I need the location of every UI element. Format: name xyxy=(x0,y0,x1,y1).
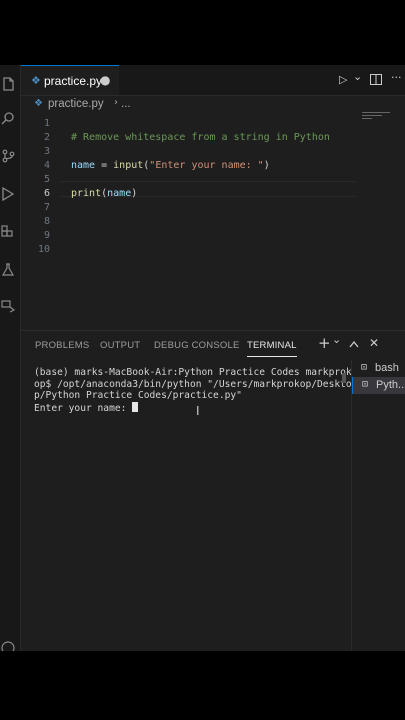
code-token: ) xyxy=(131,188,138,199)
python-file-icon: ❖ xyxy=(31,74,41,87)
terminal-scrollbar[interactable] xyxy=(342,373,346,383)
terminal-line: op$ /opt/anaconda3/bin/python "/Users/ma… xyxy=(34,379,352,391)
terminal-item-label: Pyth... xyxy=(376,379,405,391)
code-token: print xyxy=(71,188,102,199)
line-number: 9 xyxy=(43,230,50,241)
line-number: 8 xyxy=(43,216,50,227)
account-icon[interactable] xyxy=(1,641,15,651)
terminal-cursor xyxy=(132,401,139,412)
line-number: 5 xyxy=(43,174,50,185)
line-number: 7 xyxy=(43,202,50,213)
python-file-icon: ❖ xyxy=(34,98,43,109)
search-icon[interactable] xyxy=(1,111,15,125)
text-cursor-icon: I xyxy=(196,404,200,418)
terminal-item-label: bash xyxy=(375,362,399,374)
activity-bar xyxy=(0,65,21,651)
line-number: 3 xyxy=(43,146,50,157)
minimap[interactable] xyxy=(362,112,396,122)
code-editor[interactable]: 1 2 # Remove whitespace from a string in P… xyxy=(21,115,405,325)
explorer-icon[interactable] xyxy=(1,77,15,91)
terminal-line: p/Python Practice Codes/practice.py" xyxy=(34,390,336,402)
testing-icon[interactable] xyxy=(1,263,15,277)
line-number: 6 xyxy=(43,188,50,199)
source-control-icon[interactable] xyxy=(1,149,15,163)
terminal-line: Enter your name: xyxy=(34,401,336,415)
editor-tab-bar: ❖ practice.py ● ▷ ⌄ ··· xyxy=(21,65,405,96)
code-line[interactable]: 10 xyxy=(21,244,405,258)
line-number: 2 xyxy=(43,132,50,143)
tab-practice-py[interactable]: ❖ practice.py ● xyxy=(21,65,119,95)
code-line[interactable]: 1 xyxy=(21,118,405,132)
extensions-icon[interactable] xyxy=(1,225,15,239)
terminal-line: (base) marks-MacBook-Air:Python Practice… xyxy=(34,367,352,379)
new-terminal-icon[interactable]: + xyxy=(318,334,331,352)
code-line[interactable]: 3 xyxy=(21,146,405,160)
code-line[interactable]: 5 xyxy=(21,174,405,188)
code-line[interactable]: 2 # Remove whitespace from a string in Py… xyxy=(21,132,405,146)
code-token: # Remove whitespace from a string in Pyt… xyxy=(71,132,330,143)
code-token: name xyxy=(71,160,96,171)
tab-close-button[interactable]: ● xyxy=(100,73,110,87)
more-actions-icon[interactable]: ··· xyxy=(391,71,402,84)
terminal-icon: ⊡ xyxy=(362,379,369,390)
tab-problems[interactable]: PROBLEMS xyxy=(35,340,89,351)
code-line[interactable]: 9 xyxy=(21,230,405,244)
tab-debug-console[interactable]: DEBUG CONSOLE xyxy=(154,340,239,351)
tab-output[interactable]: OUTPUT xyxy=(100,340,140,351)
terminal-line-text: op$ /opt/anaconda3/bin/python "/Users/ma… xyxy=(34,378,352,390)
run-python-file-icon[interactable]: ▷ xyxy=(339,73,347,86)
code-line[interactable]: 8 xyxy=(21,216,405,230)
terminal-line-text: p/Python Practice Codes/practice.py" xyxy=(34,390,242,401)
tab-label: practice.py xyxy=(44,74,103,88)
code-token: ) xyxy=(263,160,270,171)
code-text: print(name) xyxy=(71,188,137,199)
remote-explorer-icon[interactable] xyxy=(1,299,15,313)
line-number: 4 xyxy=(43,160,50,171)
line-number: 1 xyxy=(43,118,50,129)
vscode-window: ❖ practice.py ● ▷ ⌄ ··· ❖ practice.py › … xyxy=(0,65,405,651)
breadcrumb-more[interactable]: ... xyxy=(121,98,131,110)
terminal-item-bash[interactable]: ⊡ bash xyxy=(352,360,405,377)
tab-terminal[interactable]: TERMINAL xyxy=(247,340,297,357)
code-token: name xyxy=(107,188,132,199)
terminal-item-python[interactable]: ⊡ Pyth... xyxy=(352,377,405,394)
close-panel-icon[interactable]: ✕ xyxy=(369,336,379,350)
terminal-line-text: Enter your name: xyxy=(34,402,133,414)
terminal-icon: ⊡ xyxy=(361,362,368,373)
breadcrumb: ❖ practice.py › ... xyxy=(21,95,405,115)
line-number: 10 xyxy=(37,244,50,255)
code-token: = xyxy=(95,160,114,171)
breadcrumb-file[interactable]: practice.py xyxy=(48,98,104,110)
terminal-dropdown-icon[interactable]: ⌄ xyxy=(332,333,341,346)
code-token: "Enter your name: " xyxy=(149,160,264,171)
code-line[interactable]: 7 xyxy=(21,202,405,216)
code-text: name = input("Enter your name: ") xyxy=(71,160,270,171)
run-dropdown-icon[interactable]: ⌄ xyxy=(353,70,362,83)
split-editor-icon[interactable] xyxy=(370,74,382,85)
bottom-panel: PROBLEMS OUTPUT DEBUG CONSOLE TERMINAL +… xyxy=(21,330,405,651)
terminal-list: ⊡ bash ⊡ Pyth... xyxy=(351,360,405,651)
breadcrumb-separator: › xyxy=(114,97,118,108)
code-line[interactable]: 4 name = input("Enter your name: ") xyxy=(21,160,405,174)
maximize-panel-icon[interactable] xyxy=(349,337,359,351)
run-debug-icon[interactable] xyxy=(1,187,15,201)
terminal-output[interactable]: (base) marks-MacBook-Air:Python Practice… xyxy=(34,367,352,415)
code-line[interactable]: 6 print(name) xyxy=(21,188,405,202)
terminal-line-text: (base) marks-MacBook-Air:Python Practice… xyxy=(34,367,352,378)
code-token: input xyxy=(113,160,144,171)
code-text: # Remove whitespace from a string in Pyt… xyxy=(71,132,330,143)
